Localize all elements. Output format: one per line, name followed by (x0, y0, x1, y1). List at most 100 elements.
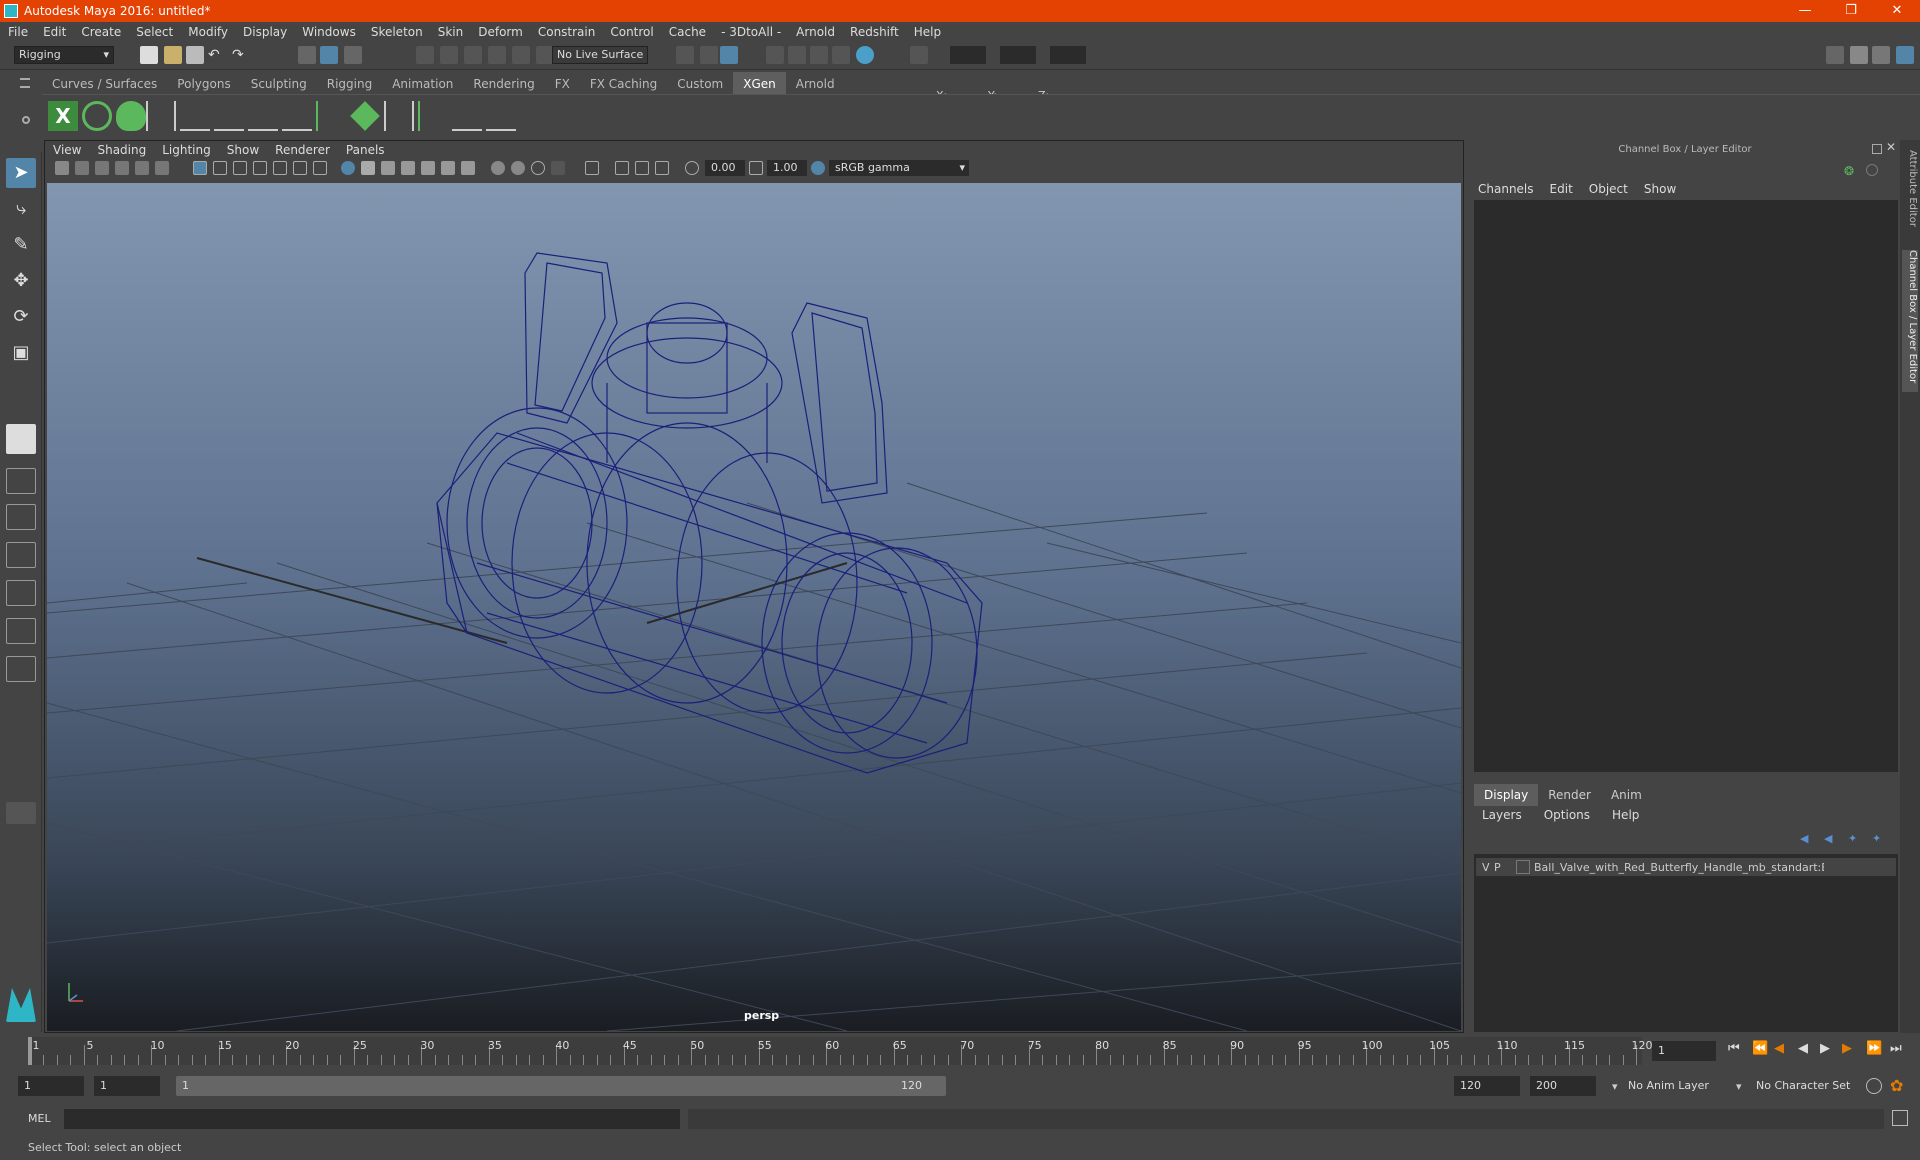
menuset-dropdown[interactable]: Rigging ▾ (14, 46, 114, 64)
cmenu-show[interactable]: Show (1644, 182, 1676, 196)
tab-render[interactable]: Render (1538, 784, 1601, 806)
minimize-button[interactable]: — (1782, 0, 1828, 22)
gamma-field[interactable]: 1.00 (767, 160, 807, 176)
play-backward-icon[interactable]: ◀ (1798, 1041, 1808, 1056)
persp-outliner-layout-icon[interactable] (6, 504, 36, 530)
tab-polygons[interactable]: Polygons (167, 72, 240, 94)
new-layer-selected-icon[interactable]: ✦ (1872, 832, 1886, 845)
menu-select[interactable]: Select (136, 25, 173, 39)
hud-toggle-icon[interactable] (635, 161, 649, 175)
play-forward-icon[interactable]: ▶ (1820, 1041, 1830, 1056)
tab-curves-surfaces[interactable]: Curves / Surfaces (42, 72, 167, 94)
menu-file[interactable]: File (8, 25, 28, 39)
menu-deform[interactable]: Deform (478, 25, 523, 39)
new-scene-icon[interactable] (140, 46, 158, 64)
z-field[interactable] (1050, 46, 1086, 64)
step-forward-icon[interactable]: ⏩ (1866, 1041, 1882, 1056)
menu-cache[interactable]: Cache (669, 25, 706, 39)
animation-prefs-icon[interactable]: ✿ (1890, 1076, 1903, 1095)
anim-end-field[interactable]: 120 (1454, 1076, 1520, 1096)
tab-anim[interactable]: Anim (1601, 784, 1652, 806)
xgen-guide-length-icon[interactable] (214, 101, 244, 131)
layer-visibility-toggle[interactable]: V (1482, 861, 1494, 874)
step-forward-key-icon[interactable]: ▶ (1842, 1041, 1852, 1056)
exposure-icon[interactable] (685, 161, 699, 175)
script-editor-icon[interactable] (1892, 1110, 1908, 1126)
xgen-brush-icon[interactable] (384, 101, 414, 131)
ambient-occlusion-icon[interactable] (511, 161, 525, 175)
four-view-layout-icon[interactable] (6, 468, 36, 494)
float-panel-icon[interactable] (1872, 144, 1882, 154)
menu-control[interactable]: Control (610, 25, 653, 39)
menu-3dtoall[interactable]: - 3DtoAll - (721, 25, 781, 39)
isolate-select-icon[interactable] (585, 161, 599, 175)
command-input[interactable] (64, 1109, 680, 1129)
vmenu-renderer[interactable]: Renderer (275, 141, 330, 159)
ipr-render-icon[interactable] (810, 46, 828, 64)
step-back-key-icon[interactable]: ◀ (1774, 1041, 1784, 1056)
xgen-cut-icon[interactable] (486, 101, 516, 131)
chevron-down-icon[interactable]: ▾ (1736, 1080, 1742, 1093)
menu-arnold[interactable]: Arnold (796, 25, 835, 39)
colorspace-dropdown[interactable]: sRGB gamma ▾ (829, 160, 969, 176)
manipulator-icon[interactable]: ❂ (1844, 164, 1858, 178)
shelf-menu-icon[interactable] (20, 78, 30, 88)
menu-skeleton[interactable]: Skeleton (371, 25, 423, 39)
attribute-editor-toggle-icon[interactable] (1850, 46, 1868, 64)
snap-point-icon[interactable] (464, 46, 482, 64)
start-time-field[interactable]: 1 (18, 1076, 84, 1096)
gate-mask-icon[interactable] (253, 161, 267, 175)
tab-xgen[interactable]: XGen (733, 72, 786, 94)
film-gate-icon[interactable] (213, 161, 227, 175)
menu-display[interactable]: Display (243, 25, 287, 39)
chevron-down-icon[interactable]: ▾ (1612, 1080, 1618, 1093)
render-settings-icon[interactable] (832, 46, 850, 64)
single-perspective-icon[interactable] (6, 424, 36, 454)
tab-attribute-editor[interactable]: Attribute Editor (1902, 150, 1918, 240)
wireframe-icon[interactable] (341, 161, 355, 175)
new-layer-icon[interactable]: ✦ (1848, 832, 1862, 845)
tab-animation[interactable]: Animation (382, 72, 463, 94)
snap-curve-icon[interactable] (440, 46, 458, 64)
script-language-label[interactable]: MEL (28, 1112, 51, 1125)
camera-select-icon[interactable] (55, 161, 69, 175)
textured-icon[interactable] (441, 161, 455, 175)
xray-joints-icon[interactable] (421, 161, 435, 175)
cmenu-edit[interactable]: Edit (1550, 182, 1573, 196)
layer-name[interactable]: Ball_Valve_with_Red_Butterfly_Handle_mb_… (1534, 861, 1824, 874)
custom-layout-icon[interactable] (6, 656, 36, 682)
cmenu-object[interactable]: Object (1589, 182, 1628, 196)
auto-key-icon[interactable] (1866, 1078, 1882, 1094)
vmenu-panels[interactable]: Panels (346, 141, 385, 159)
step-back-icon[interactable]: ⏪ (1752, 1041, 1768, 1056)
tab-rigging[interactable]: Rigging (317, 72, 382, 94)
menu-skin[interactable]: Skin (438, 25, 464, 39)
select-tool-icon[interactable]: ➤ (6, 158, 36, 188)
camera-attributes-icon[interactable] (75, 161, 89, 175)
vmenu-view[interactable]: View (53, 141, 81, 159)
wireframe-on-shaded-icon[interactable] (381, 161, 395, 175)
menu-redshift[interactable]: Redshift (850, 25, 899, 39)
tab-sculpting[interactable]: Sculpting (241, 72, 317, 94)
smooth-shade-icon[interactable] (361, 161, 375, 175)
render-frame-icon[interactable] (788, 46, 806, 64)
tab-arnold[interactable]: Arnold (786, 72, 845, 94)
motion-blur-icon[interactable] (531, 161, 545, 175)
select-component-icon[interactable] (344, 46, 362, 64)
output-ops-icon[interactable] (700, 46, 718, 64)
move-tool-icon[interactable]: ✥ (6, 266, 36, 296)
xgen-layers-icon[interactable] (350, 101, 380, 131)
scale-tool-icon[interactable]: ▣ (6, 338, 36, 368)
xgen-preview-icon[interactable] (82, 101, 112, 131)
menu-create[interactable]: Create (81, 25, 121, 39)
y-field[interactable] (1000, 46, 1036, 64)
vmenu-shading[interactable]: Shading (97, 141, 146, 159)
shelf-settings-icon[interactable] (22, 116, 30, 124)
menu-constrain[interactable]: Constrain (538, 25, 596, 39)
lmenu-options[interactable]: Options (1544, 808, 1590, 822)
construction-history-icon[interactable] (720, 46, 738, 64)
safe-title-icon[interactable] (313, 161, 327, 175)
save-scene-icon[interactable] (186, 46, 204, 64)
move-layer-down-icon[interactable]: ◀ (1824, 832, 1838, 845)
shadows-icon[interactable] (491, 161, 505, 175)
